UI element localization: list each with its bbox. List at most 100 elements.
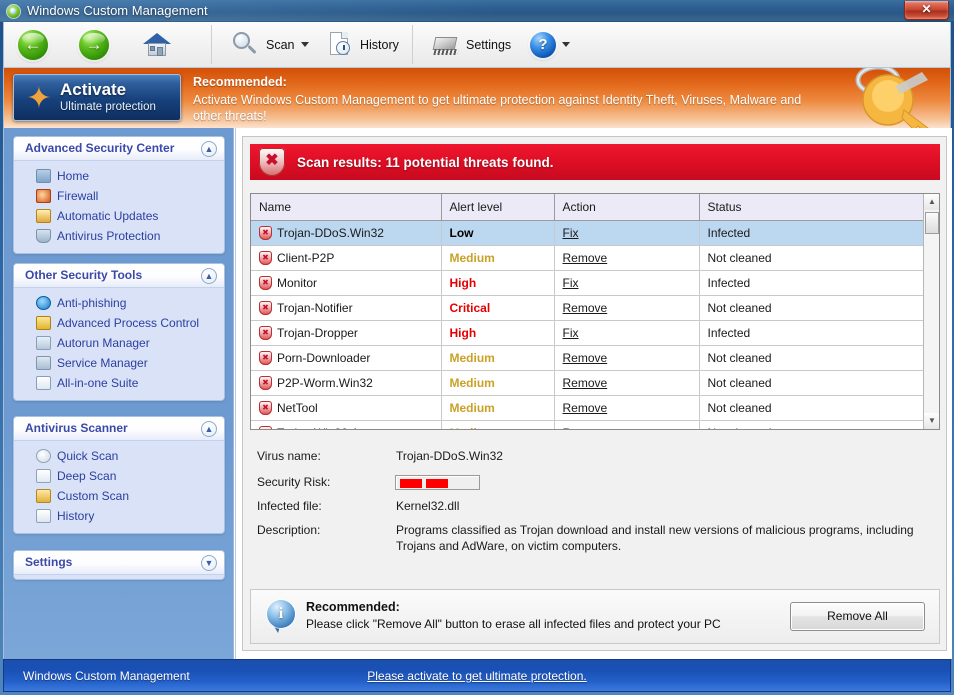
scrollbar-thumb[interactable] bbox=[925, 212, 939, 234]
cell-action: Fix bbox=[554, 220, 700, 246]
table-row[interactable]: Trojan-Dropper High Fix Infected bbox=[251, 320, 924, 346]
content-inner: ✖ Scan results: 11 potential threats fou… bbox=[242, 136, 947, 651]
cell-status: Not cleaned bbox=[699, 395, 924, 421]
column-header-name[interactable]: Name bbox=[251, 194, 442, 221]
scan-button[interactable]: Scan bbox=[226, 22, 315, 67]
key-icon bbox=[36, 316, 51, 330]
action-link[interactable]: Remove bbox=[563, 251, 608, 265]
action-link[interactable]: Fix bbox=[563, 276, 579, 290]
close-button[interactable]: ✕ bbox=[904, 1, 949, 20]
sidebar-item-service-manager[interactable]: Service Manager bbox=[14, 353, 224, 373]
help-button[interactable]: ? bbox=[524, 22, 576, 67]
home-button[interactable] bbox=[136, 22, 178, 67]
shield-x-icon: ✖ bbox=[259, 148, 285, 176]
remove-all-button[interactable]: Remove All bbox=[790, 602, 925, 631]
table-row[interactable]: P2P-Worm.Win32 Medium Remove Not cleaned bbox=[251, 370, 924, 396]
cell-name: Client-P2P bbox=[251, 245, 442, 271]
sidebar-item-label: Anti-phishing bbox=[57, 296, 127, 310]
magnifier-icon bbox=[232, 31, 260, 59]
sidebar-item-anti-phishing[interactable]: Anti-phishing bbox=[14, 293, 224, 313]
action-link[interactable]: Remove bbox=[563, 351, 608, 365]
chevron-up-icon[interactable]: ▲ bbox=[201, 268, 217, 284]
cell-action: Remove bbox=[554, 245, 700, 271]
table-row[interactable]: Trojan-DDoS.Win32 Low Fix Infected bbox=[251, 220, 924, 246]
panel-title: Advanced Security Center bbox=[25, 141, 175, 155]
folder-search-icon bbox=[36, 489, 51, 503]
recommendation-text: Please click "Remove All" button to eras… bbox=[306, 617, 721, 631]
security-risk-meter bbox=[395, 475, 480, 490]
sidebar-item-home[interactable]: Home bbox=[14, 166, 224, 186]
cell-name: Monitor bbox=[251, 270, 442, 296]
threat-detail-panel: Virus name: Trojan-DDoS.Win32 Security R… bbox=[250, 437, 940, 587]
activate-link[interactable]: Please activate to get ultimate protecti… bbox=[4, 669, 950, 683]
cell-action: Remove bbox=[554, 395, 700, 421]
chevron-down-icon[interactable] bbox=[562, 42, 570, 47]
firewall-icon bbox=[36, 189, 51, 203]
action-link[interactable]: Remove bbox=[563, 301, 608, 315]
sidebar-item-all-in-one-suite[interactable]: All-in-one Suite bbox=[14, 373, 224, 393]
cell-alert-level: Medium bbox=[441, 395, 555, 421]
table-row[interactable]: Trojan-Notifier Critical Remove Not clea… bbox=[251, 295, 924, 321]
sidebar-item-deep-scan[interactable]: Deep Scan bbox=[14, 466, 224, 486]
sidebar-item-automatic-updates[interactable]: Automatic Updates bbox=[14, 206, 224, 226]
sidebar-item-advanced-process-control[interactable]: Advanced Process Control bbox=[14, 313, 224, 333]
chevron-up-icon[interactable]: ▲ bbox=[201, 141, 217, 157]
sidebar-item-label: Home bbox=[57, 169, 90, 183]
sidebar-item-autorun-manager[interactable]: Autorun Manager bbox=[14, 333, 224, 353]
column-header-alert-level[interactable]: Alert level bbox=[441, 194, 555, 221]
sidebar-item-label: Custom Scan bbox=[57, 489, 130, 503]
cell-alert-level: High bbox=[441, 320, 555, 346]
sidebar-item-history[interactable]: History bbox=[14, 506, 224, 526]
panel-header[interactable]: Other Security Tools ▲ bbox=[14, 264, 224, 288]
content-area: ✖ Scan results: 11 potential threats fou… bbox=[235, 128, 952, 659]
table-row[interactable]: Monitor High Fix Infected bbox=[251, 270, 924, 296]
scan-results-alert: ✖ Scan results: 11 potential threats fou… bbox=[250, 144, 940, 180]
sidebar-item-label: History bbox=[57, 509, 95, 523]
scroll-down-icon[interactable]: ▼ bbox=[924, 413, 939, 429]
table-row[interactable]: Trojan.Win32.Agent Medium Remove Not cle… bbox=[251, 420, 924, 430]
history-button[interactable]: History bbox=[322, 22, 405, 67]
table-row[interactable]: NetTool Medium Remove Not cleaned bbox=[251, 395, 924, 421]
column-header-action[interactable]: Action bbox=[554, 194, 700, 221]
action-link[interactable]: Remove bbox=[563, 426, 608, 430]
action-link[interactable]: Remove bbox=[563, 401, 608, 415]
chevron-down-icon[interactable]: ▼ bbox=[201, 555, 217, 571]
action-link[interactable]: Fix bbox=[563, 326, 579, 340]
cell-alert-level: Medium bbox=[441, 345, 555, 371]
cell-action: Remove bbox=[554, 370, 700, 396]
info-icon: i bbox=[267, 600, 297, 634]
threat-icon bbox=[259, 325, 272, 340]
settings-button[interactable]: Settings bbox=[424, 22, 517, 67]
sidebar-item-label: Deep Scan bbox=[57, 469, 117, 483]
chip-icon bbox=[430, 34, 460, 56]
sidebar-item-quick-scan[interactable]: Quick Scan bbox=[14, 446, 224, 466]
panel-header[interactable]: Advanced Security Center ▲ bbox=[14, 137, 224, 161]
banner-line-2: other threats! bbox=[193, 109, 267, 123]
back-button[interactable]: ← bbox=[12, 22, 54, 67]
cell-action: Remove bbox=[554, 345, 700, 371]
action-link[interactable]: Fix bbox=[563, 226, 579, 240]
cell-name: Trojan-Dropper bbox=[251, 320, 442, 346]
title-bar: Windows Custom Management ✕ bbox=[0, 0, 954, 22]
sidebar-item-firewall[interactable]: Firewall bbox=[14, 186, 224, 206]
table-scrollbar[interactable]: ▲ ▼ bbox=[923, 194, 939, 429]
panel-header[interactable]: Settings ▼ bbox=[14, 551, 224, 575]
history-clock-icon bbox=[328, 31, 354, 59]
threat-icon bbox=[259, 275, 272, 290]
table-row[interactable]: Porn-Downloader Medium Remove Not cleane… bbox=[251, 345, 924, 371]
panel-items: Anti-phishing Advanced Process Control A… bbox=[14, 288, 224, 400]
activate-button[interactable]: ✦ Activate Ultimate protection bbox=[13, 74, 181, 121]
table-row[interactable]: Client-P2P Medium Remove Not cleaned bbox=[251, 245, 924, 271]
sidebar-item-custom-scan[interactable]: Custom Scan bbox=[14, 486, 224, 506]
scroll-up-icon[interactable]: ▲ bbox=[924, 194, 939, 210]
magnifier-icon bbox=[36, 449, 51, 463]
panel-header[interactable]: Antivirus Scanner ▲ bbox=[14, 417, 224, 441]
forward-button[interactable]: → bbox=[73, 22, 115, 67]
column-header-status[interactable]: Status bbox=[699, 194, 924, 221]
chevron-up-icon[interactable]: ▲ bbox=[201, 421, 217, 437]
cell-name: Trojan.Win32.Agent bbox=[251, 420, 442, 429]
description-label: Description: bbox=[257, 523, 321, 537]
chevron-down-icon[interactable] bbox=[300, 42, 309, 47]
action-link[interactable]: Remove bbox=[563, 376, 608, 390]
sidebar-item-antivirus-protection[interactable]: Antivirus Protection bbox=[14, 226, 224, 246]
